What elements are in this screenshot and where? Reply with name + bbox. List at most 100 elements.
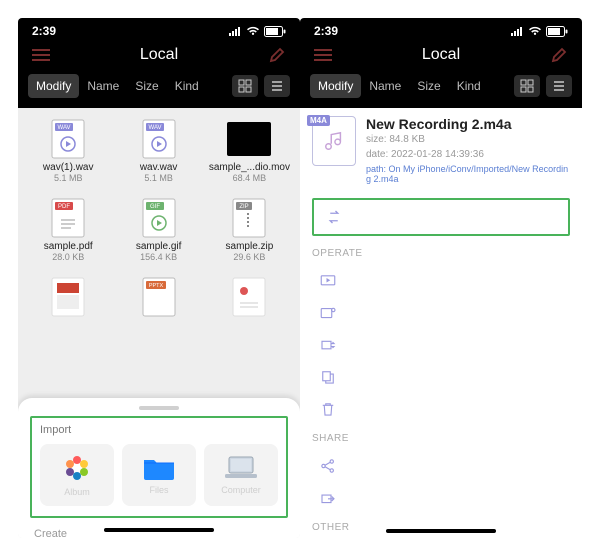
operate-copy[interactable] xyxy=(312,361,570,393)
signal-icon xyxy=(228,26,242,36)
nav-title: Local xyxy=(140,46,178,64)
operate-play[interactable] xyxy=(312,265,570,297)
file-item[interactable]: ZIP sample.zip29.6 KB xyxy=(207,195,292,268)
rename-icon xyxy=(318,303,338,323)
home-indicator[interactable] xyxy=(104,528,214,532)
menu-icon[interactable] xyxy=(30,46,52,64)
file-thumb-icon: PDF xyxy=(46,199,90,237)
svg-text:WAV: WAV xyxy=(148,125,161,131)
phone-left: 2:39 Local Mo xyxy=(18,18,300,538)
nav-bar: Local xyxy=(18,40,300,74)
svg-text:WAV: WAV xyxy=(58,125,71,131)
convert-highlight-box[interactable] xyxy=(312,198,570,236)
file-thumb-icon: WAV xyxy=(46,120,90,158)
file-thumb-icon: GIF xyxy=(137,199,181,237)
wifi-icon xyxy=(246,26,260,36)
file-thumb-icon xyxy=(46,278,90,316)
battery-icon xyxy=(546,26,568,37)
import-highlight-box: Import AlbumFilesComputer xyxy=(30,416,288,518)
nav-title: Local xyxy=(422,46,460,64)
sort-option-modify[interactable]: Modify xyxy=(310,74,361,98)
signal-icon xyxy=(510,26,524,36)
operate-move[interactable] xyxy=(312,329,570,361)
battery-icon xyxy=(264,26,286,37)
share-section-title: SHARE xyxy=(312,433,570,444)
edit-icon[interactable] xyxy=(548,46,570,64)
sort-option-kind[interactable]: Kind xyxy=(449,74,489,98)
sort-segmented[interactable]: ModifyNameSizeKind xyxy=(28,74,207,98)
file-detail-area: M4A New Recording 2.m4a size: 84.8 KB da… xyxy=(300,108,582,538)
grid-view-icon[interactable] xyxy=(514,75,540,97)
status-indicators xyxy=(228,26,286,37)
file-name: wav.wav xyxy=(118,162,198,173)
home-indicator[interactable] xyxy=(386,529,496,533)
import-tile-files[interactable]: Files xyxy=(122,444,196,506)
sort-option-kind[interactable]: Kind xyxy=(167,74,207,98)
file-size: 156.4 KB xyxy=(118,252,198,262)
import-tile-computer[interactable]: Computer xyxy=(204,444,278,506)
file-item[interactable]: GIFsample.gif156.4 KB xyxy=(116,195,200,268)
phone-right: 2:39 Local Mo xyxy=(300,18,582,538)
share-icon xyxy=(318,456,338,476)
list-view-icon[interactable] xyxy=(264,75,290,97)
share-action[interactable] xyxy=(312,450,570,482)
file-date-line: date: 2022-01-28 14:39:36 xyxy=(366,147,570,162)
sort-option-name[interactable]: Name xyxy=(361,74,409,98)
file-thumb-icon: ZIP xyxy=(227,199,271,237)
status-time: 2:39 xyxy=(32,24,56,38)
sort-segmented[interactable]: ModifyNameSizeKind xyxy=(310,74,489,98)
sort-option-size[interactable]: Size xyxy=(127,74,166,98)
status-time: 2:39 xyxy=(314,24,338,38)
file-header: M4A New Recording 2.m4a size: 84.8 KB da… xyxy=(312,116,570,184)
file-title: New Recording 2.m4a xyxy=(366,116,570,132)
folder-icon xyxy=(142,455,176,481)
status-bar: 2:39 xyxy=(300,18,582,40)
import-tiles: Album Files Computer xyxy=(40,444,278,506)
file-item[interactable]: WAV wav.wav5.1 MB xyxy=(116,116,200,189)
file-grid-area: WAVwav(1).wav5.1 MBWAVwav.wav5.1 MBsampl… xyxy=(18,108,300,538)
sort-bar: ModifyNameSizeKind xyxy=(300,74,582,108)
share-export[interactable] xyxy=(312,482,570,514)
import-tile-label: Files xyxy=(149,485,168,495)
file-name: sample_...dio.mov xyxy=(209,162,290,173)
file-name: sample.zip xyxy=(209,241,290,252)
music-note-icon xyxy=(323,130,345,152)
file-thumb-icon xyxy=(227,278,271,316)
file-item[interactable]: WAVwav(1).wav5.1 MB xyxy=(26,116,110,189)
grid-view-icon[interactable] xyxy=(232,75,258,97)
svg-text:PPTX: PPTX xyxy=(148,283,163,289)
operate-rename[interactable] xyxy=(312,297,570,329)
file-name: sample.pdf xyxy=(28,241,108,252)
edit-icon[interactable] xyxy=(266,46,288,64)
file-size: 29.6 KB xyxy=(209,252,290,262)
sort-option-modify[interactable]: Modify xyxy=(28,74,79,98)
file-thumb-icon: WAV xyxy=(137,120,181,158)
export-icon xyxy=(318,488,338,508)
list-view-icon[interactable] xyxy=(546,75,572,97)
file-path-line: path: On My iPhone/iConv/Imported/New Re… xyxy=(366,164,570,184)
sheet-handle[interactable] xyxy=(139,406,179,410)
convert-icon xyxy=(324,207,344,227)
import-tile-label: Computer xyxy=(221,485,261,495)
file-size: 28.0 KB xyxy=(28,252,108,262)
menu-icon[interactable] xyxy=(312,46,334,64)
file-ext-badge: M4A xyxy=(307,115,330,126)
file-item[interactable] xyxy=(207,274,292,326)
import-tile-album[interactable]: Album xyxy=(40,444,114,506)
file-item[interactable]: sample_...dio.mov68.4 MB xyxy=(207,116,292,189)
import-sheet: Import AlbumFilesComputer Create xyxy=(18,398,300,538)
file-item[interactable]: PDF sample.pdf28.0 KB xyxy=(26,195,110,268)
file-size: 5.1 MB xyxy=(118,173,198,183)
file-item[interactable]: PPTX xyxy=(116,274,200,326)
sort-option-name[interactable]: Name xyxy=(79,74,127,98)
sort-bar: ModifyNameSizeKind xyxy=(18,74,300,108)
svg-text:PDF: PDF xyxy=(58,204,70,210)
copy-icon xyxy=(318,367,338,387)
file-size-line: size: 84.8 KB xyxy=(366,132,570,147)
sort-option-size[interactable]: Size xyxy=(409,74,448,98)
file-item[interactable] xyxy=(26,274,110,326)
file-type-icon: M4A xyxy=(312,116,356,166)
operate-section-title: OPERATE xyxy=(312,248,570,259)
file-thumb-icon: PPTX xyxy=(137,278,181,316)
operate-delete[interactable] xyxy=(312,393,570,425)
